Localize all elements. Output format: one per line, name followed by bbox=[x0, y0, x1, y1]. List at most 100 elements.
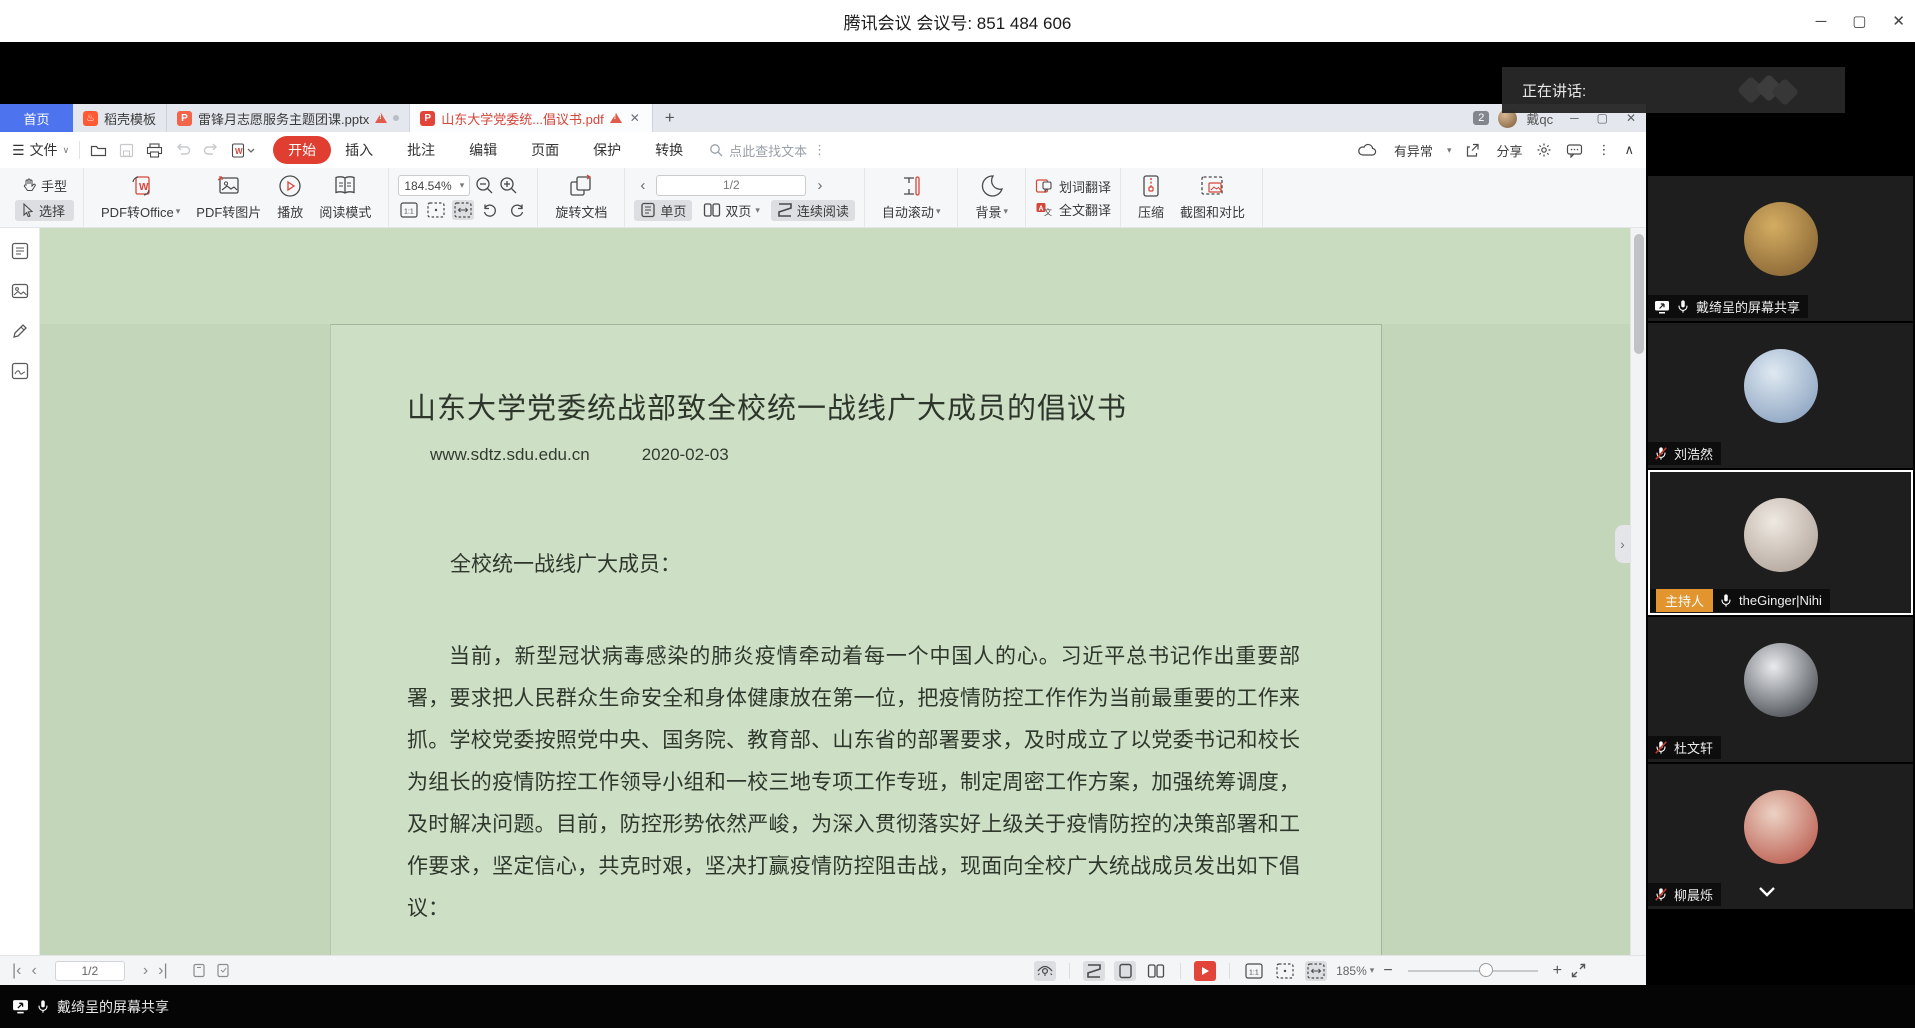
fit-width-button[interactable] bbox=[452, 200, 474, 220]
participant-tile[interactable]: 戴绮呈的屏幕共享 bbox=[1648, 176, 1913, 321]
vertical-scrollbar[interactable] bbox=[1630, 228, 1646, 955]
actual-size-button[interactable]: 1:1 bbox=[398, 200, 420, 220]
single-view-button[interactable] bbox=[1114, 961, 1136, 981]
annotate-panel-icon[interactable] bbox=[11, 322, 29, 340]
share-icon[interactable] bbox=[1465, 143, 1480, 158]
statusbar-zoom-select[interactable]: 185% ▾ bbox=[1336, 964, 1374, 978]
print-icon[interactable] bbox=[146, 143, 163, 158]
sync-status-label[interactable]: 有异常 bbox=[1394, 141, 1433, 160]
double-page-button[interactable]: 双页 ▾ bbox=[697, 200, 766, 221]
close-icon[interactable]: ✕ bbox=[1892, 12, 1905, 30]
minimize-icon[interactable]: ─ bbox=[1816, 13, 1827, 30]
find-text-box[interactable]: 点此查找文本 ⋮ bbox=[709, 141, 826, 160]
auto-scroll-button[interactable]: 自动滚动▾ bbox=[874, 174, 949, 221]
double-view-button[interactable] bbox=[1145, 961, 1167, 981]
new-tab-button[interactable]: + bbox=[653, 104, 687, 132]
zoom-out-button[interactable]: − bbox=[1383, 962, 1392, 980]
participant-tile[interactable]: 柳晨烁 bbox=[1648, 764, 1913, 909]
menu-convert[interactable]: 转换 bbox=[655, 140, 683, 160]
fit-page-button[interactable] bbox=[1274, 961, 1296, 981]
more-vertical-icon[interactable]: ⋮ bbox=[1597, 142, 1610, 158]
word-translate-button[interactable]: 划词翻译 bbox=[1035, 177, 1111, 196]
play-button[interactable]: 播放 bbox=[269, 174, 311, 221]
menu-start-active[interactable]: 开始 bbox=[273, 136, 331, 164]
hand-tool-button[interactable]: 手型 bbox=[15, 175, 74, 196]
slideshow-play-button[interactable] bbox=[1194, 961, 1216, 981]
menu-protect[interactable]: 保护 bbox=[593, 140, 621, 160]
participant-tile[interactable]: 刘浩然 bbox=[1648, 323, 1913, 468]
first-page-icon[interactable]: |‹ bbox=[12, 962, 21, 980]
full-translate-button[interactable]: A文 全文翻译 bbox=[1035, 200, 1111, 219]
share-label[interactable]: 分享 bbox=[1496, 141, 1522, 160]
continuous-read-button[interactable]: 连续阅读 bbox=[771, 200, 855, 221]
zoom-slider-knob[interactable] bbox=[1479, 963, 1493, 977]
export-word-icon[interactable]: W bbox=[231, 143, 255, 158]
bookmark-icon[interactable] bbox=[192, 963, 206, 978]
menu-comment[interactable]: 批注 bbox=[407, 140, 435, 160]
feedback-icon[interactable] bbox=[1566, 143, 1583, 158]
continuous-view-button[interactable] bbox=[1083, 961, 1105, 981]
panel-expand-handle[interactable]: › bbox=[1615, 525, 1630, 563]
scrollbar-thumb[interactable] bbox=[1634, 234, 1644, 354]
eye-protect-button[interactable] bbox=[1034, 961, 1056, 981]
undo-icon[interactable] bbox=[175, 143, 191, 157]
fit-page-button[interactable] bbox=[425, 200, 447, 220]
tab-pptx[interactable]: P 雷锋月志愿服务主题团课.pptx bbox=[167, 104, 410, 132]
rotate-doc-button[interactable]: 旋转文档 bbox=[547, 174, 615, 221]
actual-size-button[interactable]: 1:1 bbox=[1243, 961, 1265, 981]
wps-close-icon[interactable]: ✕ bbox=[1626, 111, 1636, 125]
page-mark-icon[interactable] bbox=[216, 963, 230, 978]
zoom-out-icon[interactable] bbox=[475, 176, 494, 195]
fit-width-button[interactable] bbox=[1305, 961, 1327, 981]
select-tool-button[interactable]: 选择 bbox=[15, 200, 74, 221]
zoom-slider[interactable] bbox=[1408, 970, 1538, 972]
menu-insert[interactable]: 插入 bbox=[345, 140, 373, 160]
zoom-in-button[interactable]: + bbox=[1553, 962, 1562, 980]
read-mode-button[interactable]: 阅读模式 bbox=[311, 174, 379, 221]
tab-docer[interactable]: ♨ 稻壳模板 bbox=[73, 104, 167, 132]
background-button[interactable]: 背景▾ bbox=[967, 174, 1016, 221]
wps-minimize-icon[interactable]: ─ bbox=[1570, 111, 1579, 125]
fullscreen-icon[interactable] bbox=[1571, 963, 1586, 978]
save-icon[interactable] bbox=[119, 143, 134, 158]
participant-tile-host[interactable]: 主持人 theGinger|Nihi bbox=[1648, 470, 1913, 615]
page-number-input[interactable]: 1/2 bbox=[656, 175, 806, 196]
outline-panel-icon[interactable] bbox=[11, 242, 29, 260]
rotate-left-button[interactable] bbox=[479, 200, 501, 220]
collapse-panel-button[interactable] bbox=[1756, 885, 1778, 903]
last-page-icon[interactable]: ›| bbox=[158, 962, 167, 980]
document-canvas[interactable]: 山东大学党委统战部致全校统一战线广大成员的倡议书 www.sdtz.sdu.ed… bbox=[40, 228, 1630, 955]
maximize-icon[interactable]: ▢ bbox=[1852, 12, 1866, 30]
participant-tile[interactable]: 杜文轩 bbox=[1648, 617, 1913, 762]
compress-button[interactable]: 压缩 bbox=[1130, 174, 1172, 221]
zoom-select[interactable]: 184.54% ▾ bbox=[398, 175, 470, 196]
close-tab-icon[interactable]: ✕ bbox=[628, 111, 642, 125]
tab-home[interactable]: 首页 bbox=[0, 104, 73, 132]
docs-count-badge[interactable]: 2 bbox=[1473, 111, 1489, 125]
images-panel-icon[interactable] bbox=[11, 282, 29, 300]
single-page-icon bbox=[640, 202, 656, 218]
open-folder-icon[interactable] bbox=[90, 143, 107, 158]
pdf-to-image-button[interactable]: PDF转图片 bbox=[188, 174, 269, 221]
pdf-to-office-button[interactable]: W PDF转Office▾ bbox=[93, 174, 188, 221]
wps-restore-icon[interactable]: ▢ bbox=[1597, 111, 1608, 125]
more-vertical-icon[interactable]: ⋮ bbox=[813, 142, 826, 158]
prev-page-icon[interactable]: ‹ bbox=[634, 177, 651, 194]
collapse-ribbon-icon[interactable]: ∧ bbox=[1624, 142, 1634, 158]
rotate-right-button[interactable] bbox=[506, 200, 528, 220]
menu-page[interactable]: 页面 bbox=[531, 140, 559, 160]
menu-edit[interactable]: 编辑 bbox=[469, 140, 497, 160]
cloud-sync-icon[interactable] bbox=[1358, 143, 1378, 157]
redo-icon[interactable] bbox=[203, 143, 219, 157]
file-menu[interactable]: ☰ 文件 ∨ bbox=[12, 140, 69, 160]
next-page-icon[interactable]: › bbox=[143, 962, 148, 980]
prev-page-icon[interactable]: ‹ bbox=[31, 962, 36, 980]
gear-icon[interactable] bbox=[1536, 142, 1552, 158]
next-page-icon[interactable]: › bbox=[811, 177, 828, 194]
single-page-button[interactable]: 单页 bbox=[634, 200, 692, 221]
statusbar-page-input[interactable]: 1/2 bbox=[55, 961, 125, 981]
snapshot-compare-button[interactable]: 截图和对比 bbox=[1172, 174, 1253, 221]
zoom-in-icon[interactable] bbox=[499, 176, 518, 195]
tab-pdf-active[interactable]: P 山东大学党委统...倡议书.pdf ✕ bbox=[410, 104, 653, 132]
sign-panel-icon[interactable] bbox=[11, 362, 29, 380]
